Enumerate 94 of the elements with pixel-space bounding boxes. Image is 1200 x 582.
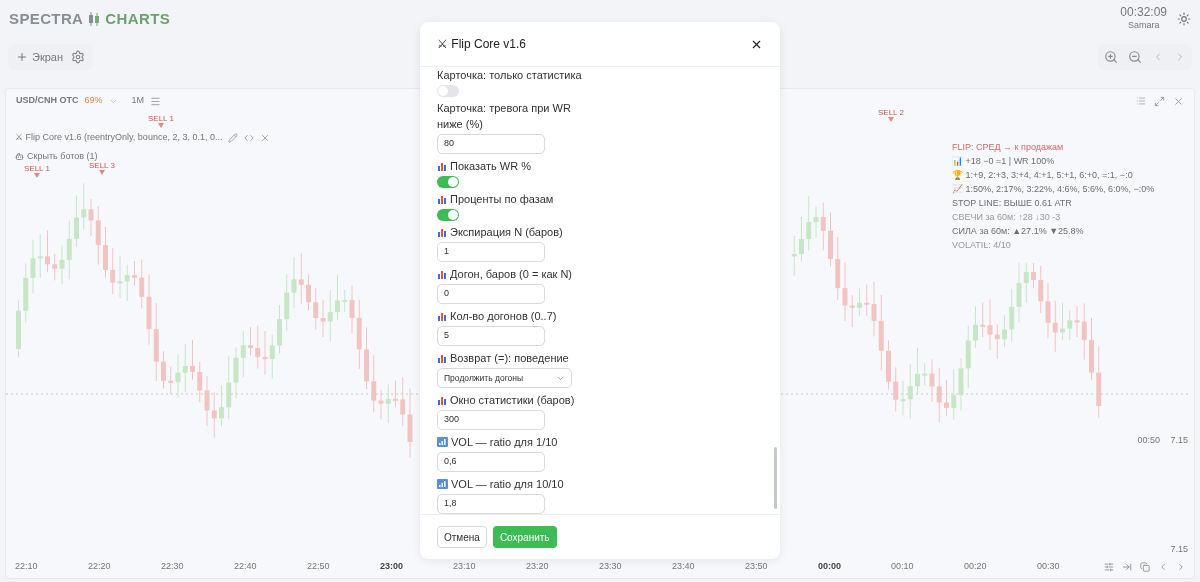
number-field[interactable]: 0,6: [437, 452, 545, 472]
toggle-switch[interactable]: [437, 176, 459, 188]
clock-time: 00:32:09: [1120, 5, 1167, 20]
down-arrow-icon: [98, 170, 105, 175]
chevron-right-icon[interactable]: [1176, 562, 1186, 572]
bar-chart-icon: [437, 161, 447, 171]
time-axis-label: 00:30: [1037, 560, 1061, 574]
logo-text: CHARTS: [105, 8, 171, 29]
down-arrow-icon: [157, 123, 164, 128]
number-field[interactable]: 80: [437, 134, 545, 154]
logo-text: SPECTRA: [9, 8, 84, 29]
payout-label: 69%: [84, 94, 103, 108]
number-field[interactable]: 1,8: [437, 494, 545, 514]
edit-icon[interactable]: [228, 132, 239, 143]
field-label: VOL — ratio для 10/10: [451, 477, 564, 492]
stats-line: 📊 +18 −0 =1 | WR 100%: [952, 155, 1056, 168]
field-label: VOL — ratio для 1/10: [451, 435, 558, 450]
bot-label: ⚔ Flip Core v1.6 (reentryOnly, bounce, 2, 3, 0.1, 0...: [15, 131, 223, 144]
countdown-label: 00:50: [1137, 434, 1160, 447]
sell-signal-label: SELL 3: [89, 161, 115, 170]
field-label: Догон, баров (0 = как N): [450, 267, 573, 282]
time-axis-label: 23:30: [599, 560, 623, 574]
scrollbar-thumb[interactable]: [774, 447, 777, 509]
signal-bars-icon: [437, 437, 448, 447]
price-label: 7.15: [1170, 543, 1188, 556]
zoom-out-icon[interactable]: [1128, 50, 1142, 64]
field-label: Карточка: только статистика: [437, 68, 582, 83]
theme-toggle-icon[interactable]: [1177, 12, 1191, 26]
bar-chart-icon: [437, 353, 447, 363]
down-arrow-icon: [887, 117, 894, 122]
time-axis-label: 00:10: [891, 560, 915, 574]
settings-icon[interactable]: [71, 50, 86, 64]
bar-chart-icon: [437, 311, 447, 321]
field-label: Возврат (=): поведение: [450, 351, 569, 366]
dropdown-select[interactable]: Продолжить догоны: [437, 368, 572, 388]
sliders-icon[interactable]: [1104, 562, 1114, 572]
time-axis-label: 23:20: [526, 560, 550, 574]
list-icon[interactable]: [1136, 96, 1146, 106]
number-field[interactable]: 5: [437, 326, 545, 346]
sell-signal-label: SELL 1: [24, 164, 50, 173]
time-axis-label: 23:50: [745, 560, 769, 574]
candles-logo-icon: [87, 12, 102, 26]
signal-bars-icon: [437, 479, 448, 489]
toggle-switch[interactable]: [437, 209, 459, 221]
down-arrow-icon: [33, 173, 40, 178]
time-axis-label: 22:40: [234, 560, 258, 574]
plus-icon: [16, 51, 28, 63]
time-axis-label: 22:20: [88, 560, 112, 574]
time-axis-label: 23:10: [453, 560, 477, 574]
stats-line: 🏆 1:+9, 2:+3, 3:+4, 4:+1, 5:+1, 6:+0, =:1, −:0: [952, 169, 1134, 182]
price-label: 7.15: [1170, 434, 1188, 447]
time-axis-label: 22:30: [161, 560, 185, 574]
time-axis-label: 22:50: [307, 560, 331, 574]
sell-signal-label: SELL 2: [878, 108, 904, 117]
stats-line: СВЕЧИ за 60м: ↑28 ↓30 -3: [952, 211, 1062, 224]
time-axis-label: 00:20: [964, 560, 988, 574]
code-icon[interactable]: [244, 132, 255, 143]
robot-icon: [15, 151, 24, 161]
timeframe-label[interactable]: 1M: [131, 94, 145, 108]
expand-icon[interactable]: [1154, 95, 1165, 107]
time-axis-label: 23:00: [380, 560, 405, 574]
dialog-title: ⚔ Flip Core v1.6: [437, 36, 527, 53]
city-label: Samara: [1127, 19, 1160, 33]
menu-icon[interactable]: [150, 95, 162, 107]
field-label: Проценты по фазам: [450, 192, 554, 207]
field-label: Показать WR %: [450, 159, 531, 174]
toggle-switch[interactable]: [437, 85, 459, 97]
symbol-label[interactable]: USD/CNH OTC: [16, 94, 79, 108]
stats-line: 📈 1:50%, 2:17%, 3:22%, 4:6%, 5:6%, 6:0%, −:0%: [952, 183, 1156, 196]
copy-icon[interactable]: [1140, 562, 1150, 572]
cancel-button[interactable]: Отмена: [437, 526, 487, 548]
bar-chart-icon: [437, 269, 447, 279]
bar-chart-icon: [437, 194, 447, 204]
stats-line: STOP LINE: ВЫШЕ 0.61 ATR: [952, 197, 1073, 210]
number-field[interactable]: 0: [437, 284, 545, 304]
hide-bots-button[interactable]: Скрыть ботов (1): [15, 149, 271, 163]
zoom-in-icon[interactable]: [1104, 50, 1118, 64]
time-axis-label: 23:40: [672, 560, 696, 574]
number-field[interactable]: 300: [437, 410, 545, 430]
stats-line: VOLATIL: 4/10: [952, 239, 1012, 252]
bar-chart-icon: [437, 227, 447, 237]
time-axis-label: 22:10: [15, 560, 39, 574]
time-axis-label: 00:00: [818, 560, 843, 574]
stats-line: FLIP: СРЕД → к продажам: [952, 141, 1065, 154]
chevron-left-icon[interactable]: [1158, 562, 1168, 572]
stats-line: СИЛА за 60м: ▲27.1% ▼25.8%: [952, 225, 1085, 238]
field-label: Карточка: тревога при WR ниже (%): [437, 101, 572, 132]
field-label: Экспирация N (баров): [450, 225, 563, 240]
field-label: Окно статистики (баров): [450, 393, 575, 408]
sell-signal-label: SELL 1: [148, 114, 174, 123]
scroll-to-end-icon[interactable]: [1122, 562, 1132, 572]
number-field[interactable]: 1: [437, 242, 545, 262]
bar-chart-icon: [437, 395, 447, 405]
field-label: Кол-во догонов (0..7): [450, 309, 557, 324]
